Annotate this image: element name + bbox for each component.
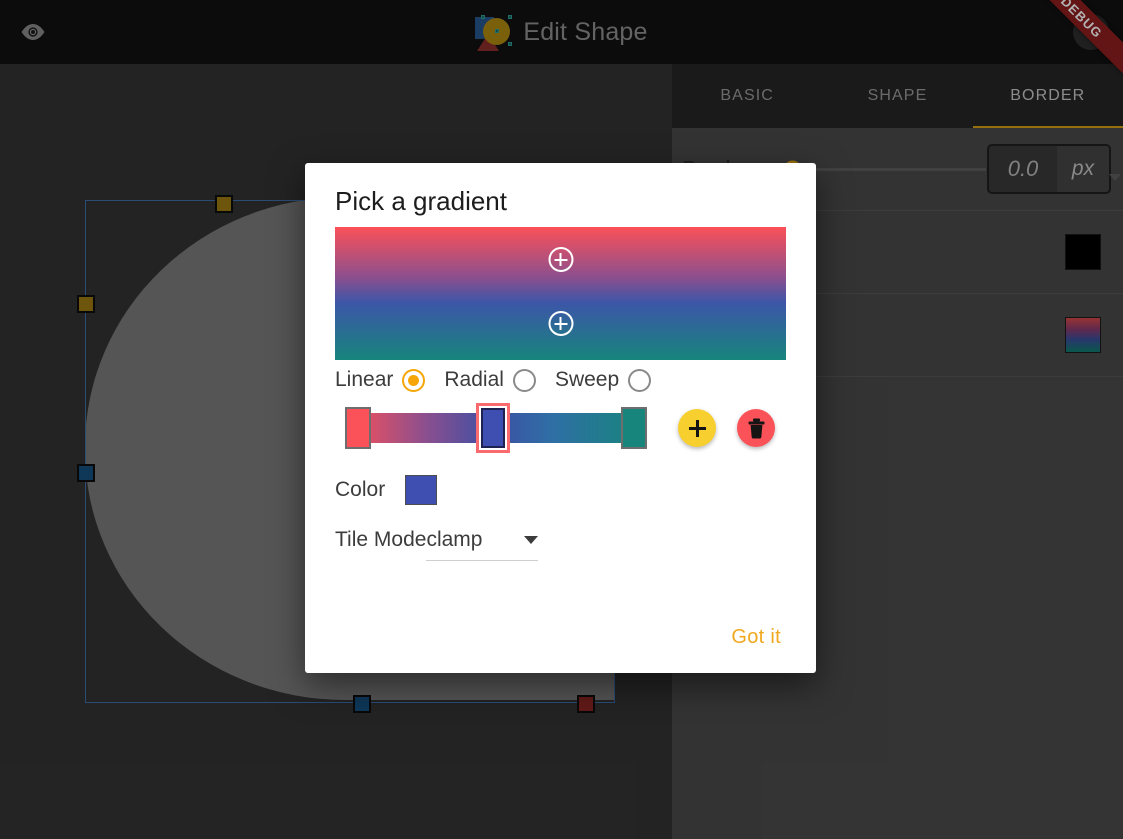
tile-mode-value: clamp <box>426 528 483 551</box>
gradient-type-label-linear: Linear <box>335 368 394 391</box>
pick-gradient-dialog: Pick a gradient Linear Radial Sweep Colo… <box>305 163 816 673</box>
radio-linear[interactable] <box>402 368 426 392</box>
stop-color-row: Color <box>335 470 438 510</box>
chevron-down-icon <box>524 536 539 544</box>
tile-mode-select[interactable]: clamp <box>426 528 539 561</box>
app-root: BASIC SHAPE BORDER Border 0.0 px <box>0 0 1123 839</box>
radio-sweep[interactable] <box>628 368 652 392</box>
tile-mode-row: Tile Mode clamp <box>335 528 539 561</box>
gradient-stop-0[interactable] <box>345 407 371 449</box>
tile-mode-label: Tile Mode <box>335 528 427 551</box>
gradient-type-label-radial: Radial <box>444 368 504 391</box>
gradient-stops-editor <box>335 403 786 453</box>
trash-icon <box>748 418 764 439</box>
gradient-stop-2[interactable] <box>621 407 647 449</box>
gradient-preview[interactable] <box>335 227 786 360</box>
stop-color-label: Color <box>335 478 386 501</box>
dialog-title: Pick a gradient <box>335 186 507 216</box>
add-stop-bottom-icon[interactable] <box>548 311 573 336</box>
add-stop-button[interactable] <box>678 409 716 447</box>
gradient-stop-1-swatch <box>481 408 505 448</box>
radio-radial[interactable] <box>512 368 536 392</box>
gradient-type-label-sweep: Sweep <box>554 368 620 391</box>
got-it-button[interactable]: Got it <box>721 618 791 657</box>
gradient-type-group: Linear Radial Sweep <box>335 361 670 399</box>
delete-stop-button[interactable] <box>737 409 775 447</box>
gradient-stop-1[interactable] <box>476 403 510 453</box>
add-stop-top-icon[interactable] <box>548 247 573 272</box>
stop-color-swatch[interactable] <box>405 475 438 505</box>
